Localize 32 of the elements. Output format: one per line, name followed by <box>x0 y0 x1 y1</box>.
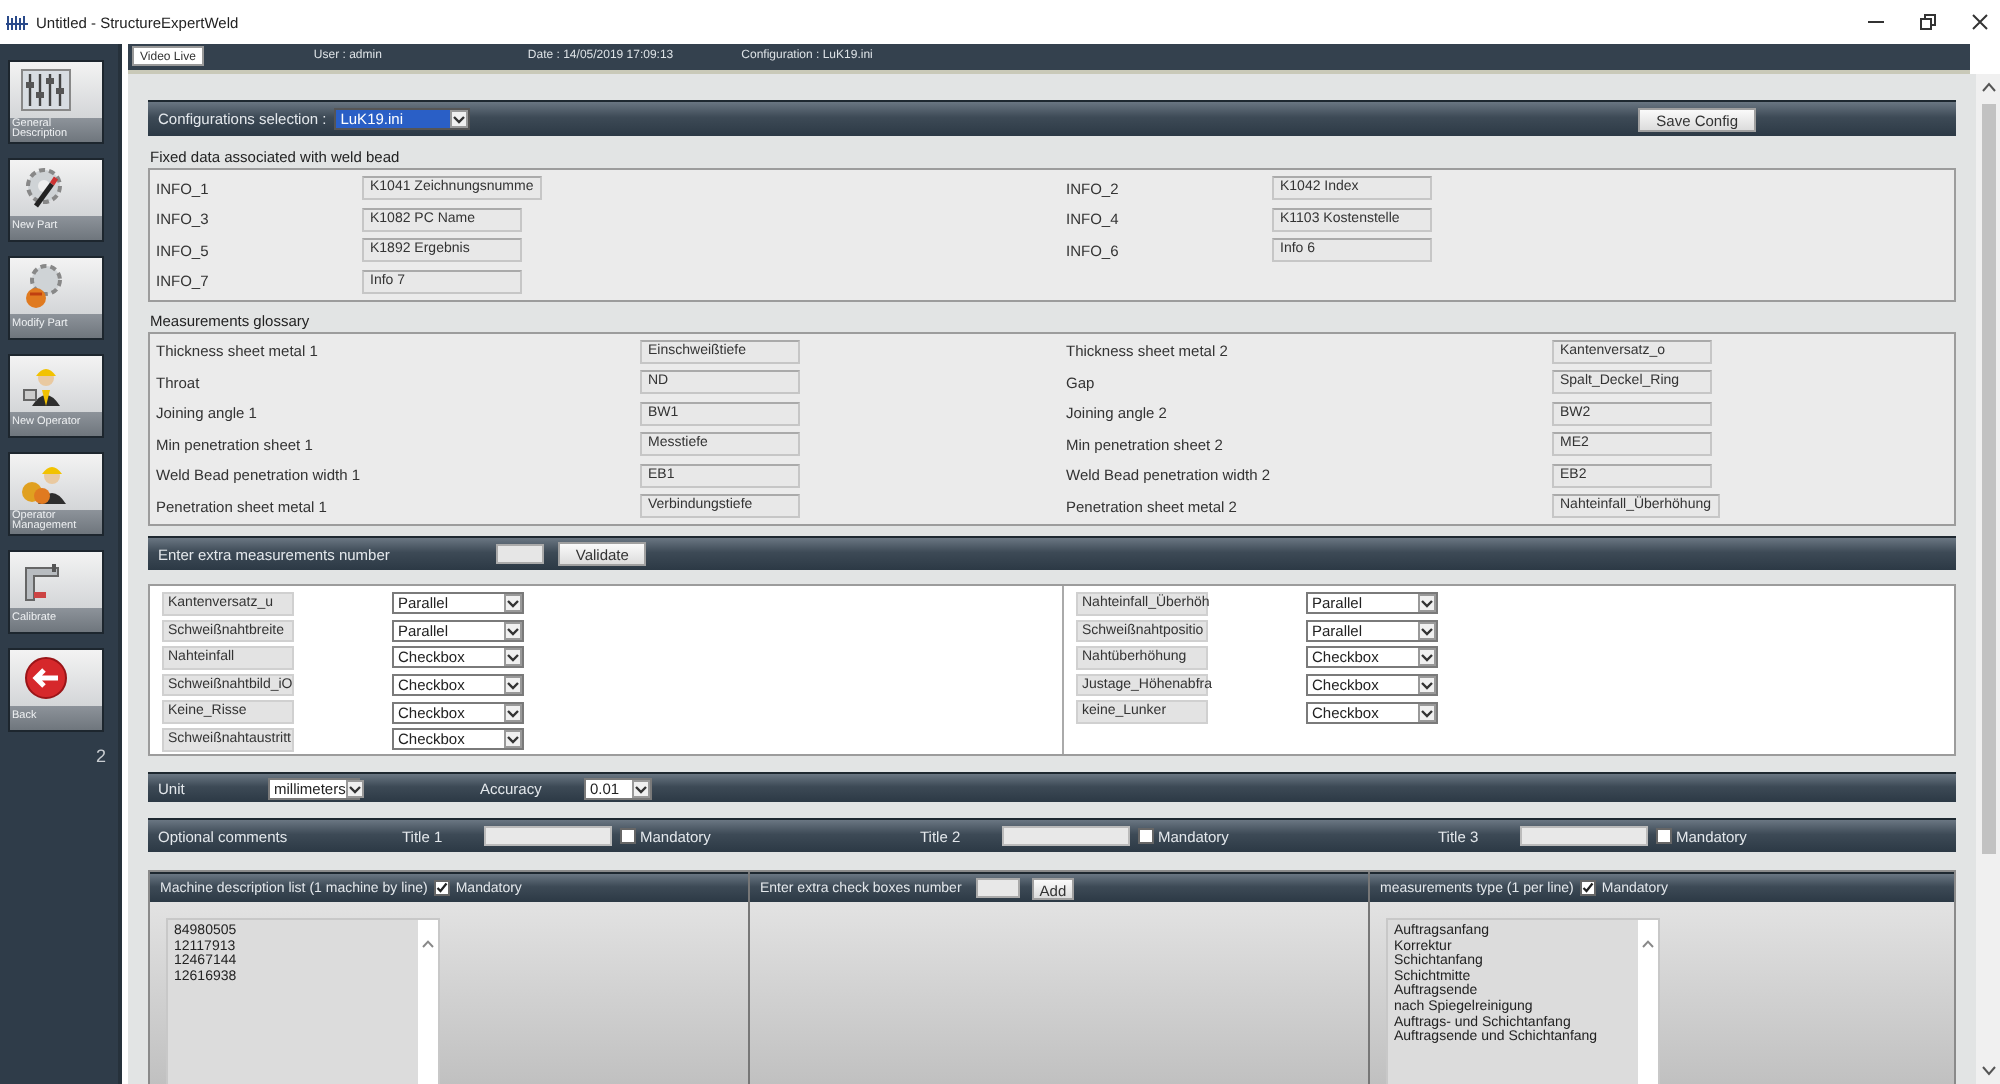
scroll-up-icon[interactable] <box>1981 82 1995 92</box>
scrollbar-thumb[interactable] <box>1981 104 1995 854</box>
caret-icon <box>504 594 522 613</box>
checkbox[interactable] <box>1579 880 1596 896</box>
caret-icon <box>504 676 522 695</box>
title-input[interactable] <box>1002 826 1130 846</box>
caret-icon <box>632 779 650 797</box>
number-input[interactable] <box>495 544 544 564</box>
caret-icon <box>504 730 522 749</box>
number-input[interactable] <box>975 878 1020 898</box>
app-icon <box>6 13 28 31</box>
scroll-down-icon[interactable] <box>1981 1066 1995 1076</box>
checkbox[interactable] <box>433 880 450 896</box>
page-number: 2 <box>93 746 108 766</box>
caret-icon <box>1418 703 1436 722</box>
title-input[interactable] <box>1520 826 1648 846</box>
caret-icon <box>1418 621 1436 640</box>
mixer-icon <box>18 66 74 114</box>
caret-icon <box>504 621 522 640</box>
title-input[interactable] <box>484 826 612 846</box>
close-icon[interactable] <box>1972 14 1988 30</box>
checkbox[interactable] <box>1656 828 1672 844</box>
maximize-icon[interactable] <box>1920 14 1936 30</box>
caret-icon <box>1418 594 1436 613</box>
checkbox[interactable] <box>1138 828 1154 844</box>
caret-icon <box>504 648 522 667</box>
caret-icon <box>1418 648 1436 667</box>
caret-icon <box>345 779 364 797</box>
caret-icon <box>504 703 522 722</box>
caret-icon <box>450 110 469 128</box>
caret-icon <box>1418 676 1436 695</box>
checkbox[interactable] <box>620 828 636 844</box>
